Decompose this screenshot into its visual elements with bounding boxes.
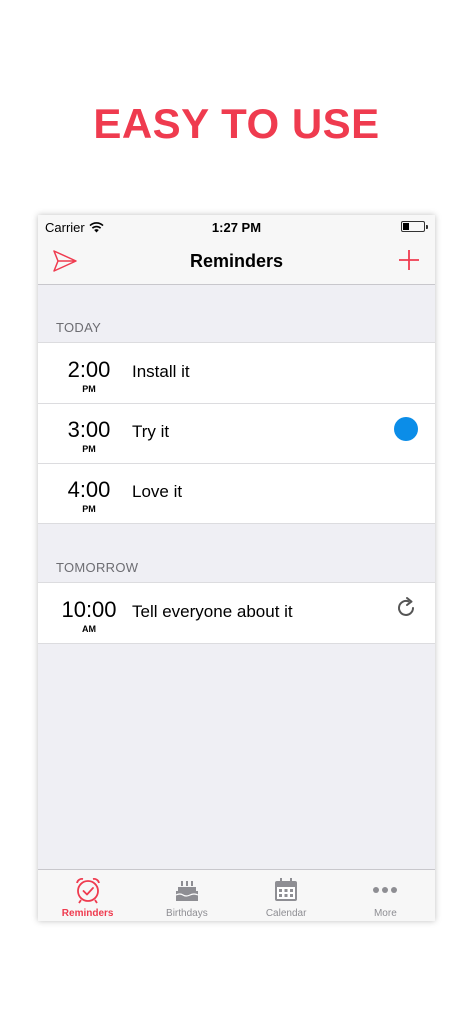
reminder-label: Try it xyxy=(132,422,170,441)
tab-more[interactable]: More xyxy=(336,870,435,921)
tomorrow-list: 10:00 AM Tell everyone about it xyxy=(38,582,435,644)
tab-label: Birthdays xyxy=(166,908,208,919)
add-icon[interactable] xyxy=(397,248,421,272)
reminder-ampm: PM xyxy=(82,444,96,454)
reminder-ampm: PM xyxy=(82,384,96,394)
status-bar: Carrier 1:27 PM xyxy=(38,215,435,237)
reminder-time: 2:00 xyxy=(67,357,111,382)
reminder-ampm: PM xyxy=(82,504,96,514)
tab-label: More xyxy=(373,908,397,919)
section-header-today: TODAY xyxy=(56,320,102,335)
phone-screen: Carrier 1:27 PM Reminders TODAY 2:00 PM … xyxy=(38,215,435,921)
navigation-bar: Reminders xyxy=(38,237,435,285)
today-list: 2:00 PM Install it 3:00 PM Try it 4:00 P… xyxy=(38,342,435,524)
section-header-tomorrow: TOMORROW xyxy=(56,560,139,575)
page-title: Reminders xyxy=(189,251,284,271)
reminder-ampm: AM xyxy=(82,624,96,634)
reminder-row[interactable]: 3:00 PM Try it xyxy=(38,403,435,463)
cake-icon xyxy=(175,881,199,901)
repeat-icon xyxy=(398,597,414,616)
alarm-clock-icon xyxy=(75,878,100,904)
reminder-row[interactable]: 10:00 AM Tell everyone about it xyxy=(38,583,435,643)
status-dot-icon xyxy=(394,417,418,441)
more-dots-icon xyxy=(373,887,398,893)
calendar-icon xyxy=(275,878,298,901)
reminder-row[interactable]: 2:00 PM Install it xyxy=(38,343,435,403)
reminder-time: 3:00 xyxy=(67,417,111,442)
tab-reminders[interactable]: Reminders xyxy=(38,870,137,921)
reminder-time: 10:00 xyxy=(61,597,117,622)
reminder-time: 4:00 xyxy=(67,477,111,502)
reminder-row[interactable]: 4:00 PM Love it xyxy=(38,463,435,523)
reminder-label: Love it xyxy=(132,482,183,501)
tab-label: Reminders xyxy=(61,908,114,919)
reminder-label: Install it xyxy=(132,362,190,381)
tab-calendar[interactable]: Calendar xyxy=(237,870,336,921)
promo-headline: EASY TO USE xyxy=(93,100,380,147)
battery-icon xyxy=(401,221,428,232)
status-time: 1:27 PM xyxy=(211,220,262,235)
tab-bar: Reminders Birthdays Calendar More xyxy=(38,869,435,921)
reminder-label: Tell everyone about it xyxy=(132,602,293,621)
tab-label: Calendar xyxy=(265,908,307,919)
tab-birthdays[interactable]: Birthdays xyxy=(137,870,236,921)
